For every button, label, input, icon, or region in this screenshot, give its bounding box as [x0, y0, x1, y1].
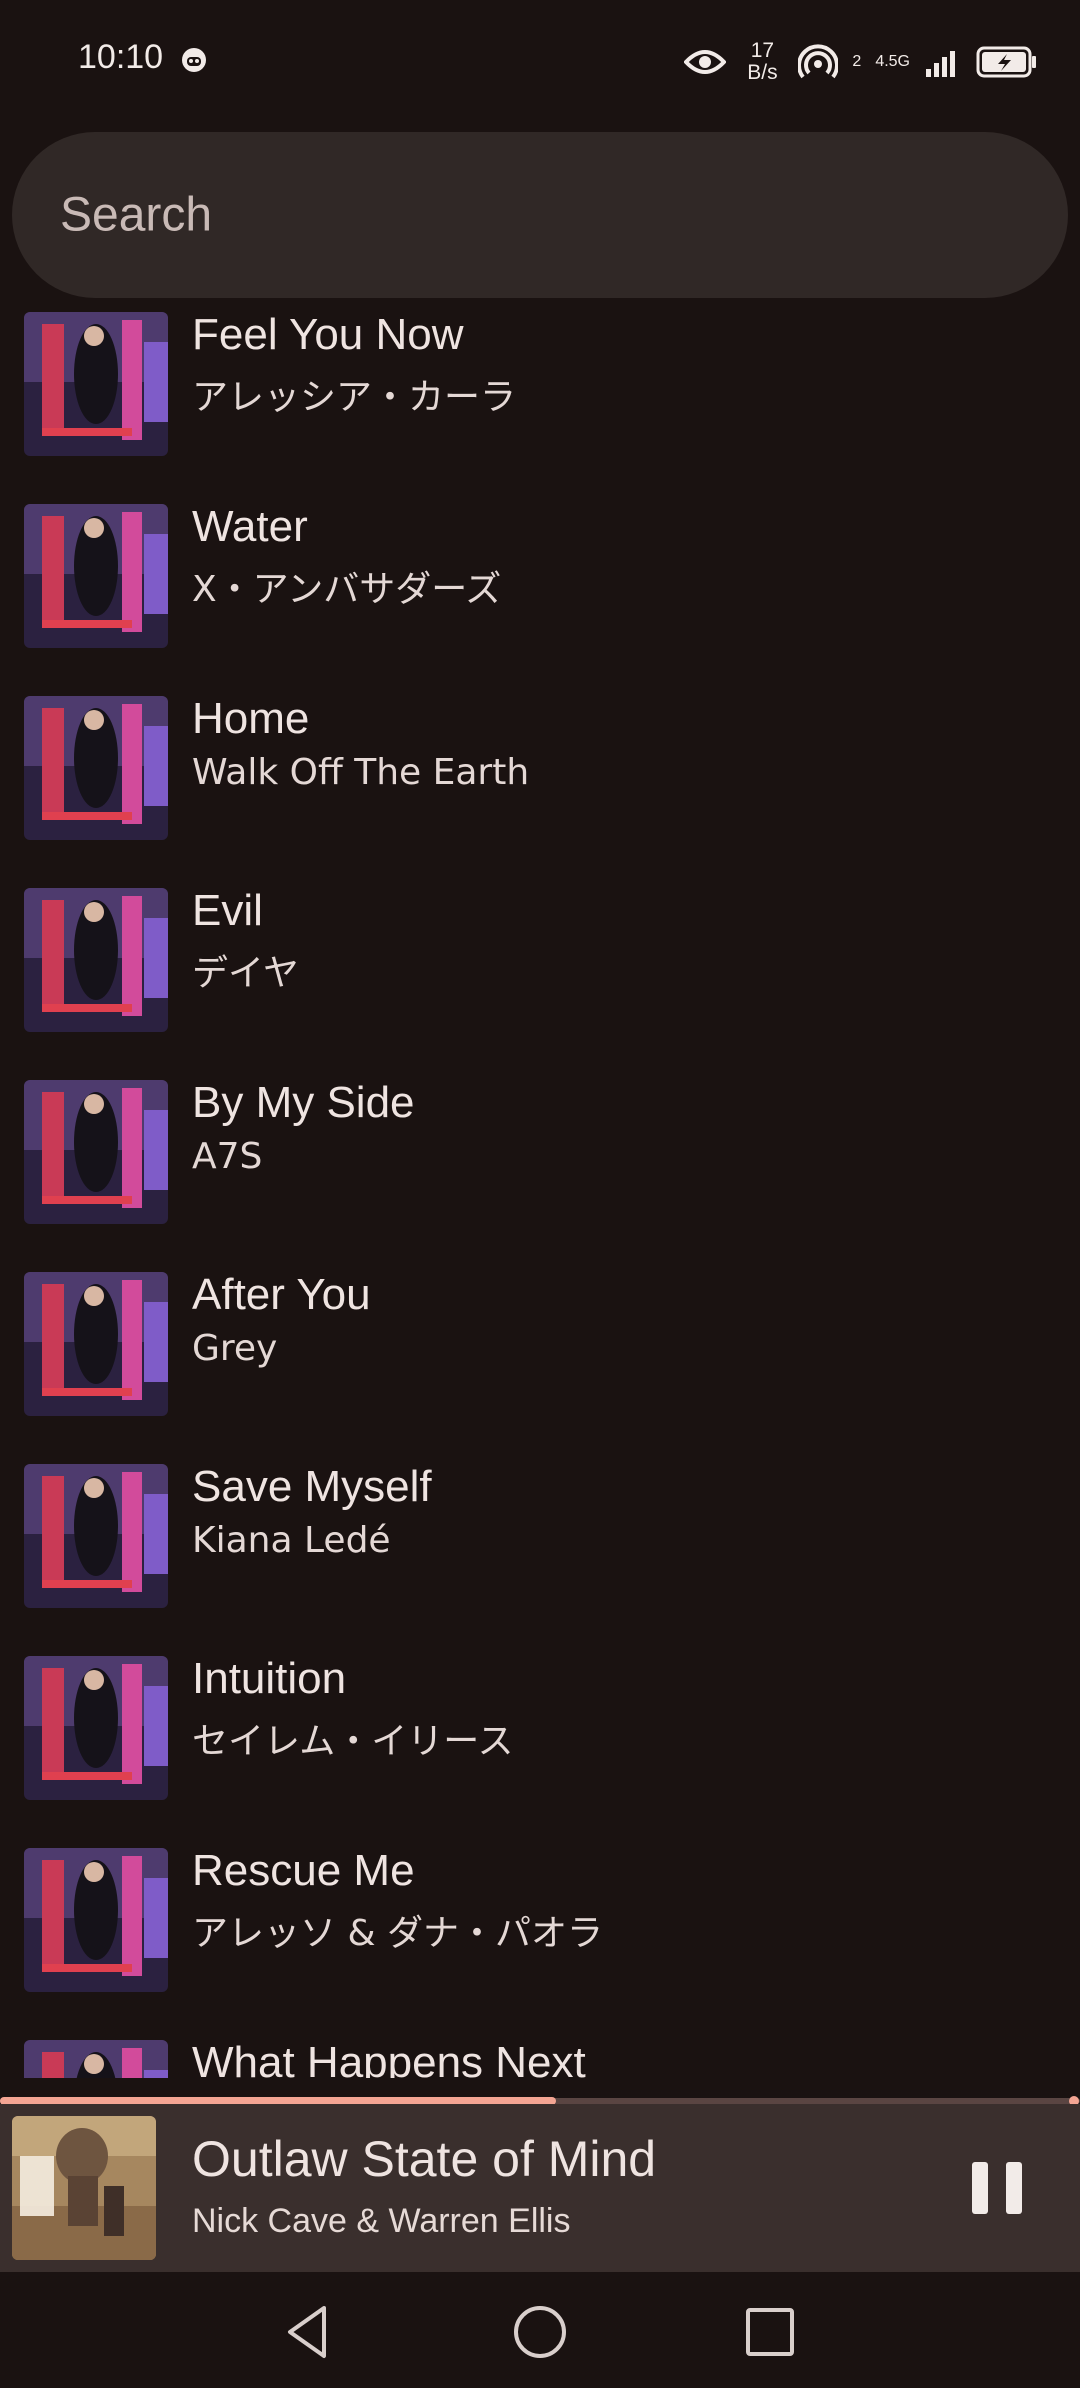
track-title: Evil [192, 886, 263, 935]
track-artist: アレッシア・カーラ [192, 377, 517, 418]
album-art [24, 696, 168, 840]
album-art [24, 1656, 168, 1800]
list-item[interactable]: After You Grey [0, 1262, 1080, 1454]
track-artist: X・アンバサダーズ [192, 569, 502, 610]
track-title: Rescue Me [192, 1846, 415, 1895]
album-art [24, 1080, 168, 1224]
list-item[interactable]: Evil デイヤ [0, 878, 1080, 1070]
recents-icon[interactable] [738, 2300, 802, 2364]
signal-icon [926, 51, 955, 77]
face-icon [182, 48, 206, 72]
playback-progress-bar[interactable] [0, 2092, 1080, 2106]
list-item[interactable]: By My Side A7S [0, 1070, 1080, 1262]
track-title: Water [192, 502, 308, 551]
now-playing-album-art [12, 2116, 156, 2260]
now-playing-title: Outlaw State of Mind [192, 2131, 657, 2187]
back-icon[interactable] [276, 2300, 340, 2364]
search-input[interactable]: Search [60, 188, 212, 243]
track-artist: A7S [192, 1136, 263, 1177]
sim-label: 2 [852, 53, 862, 70]
track-title: Intuition [192, 1654, 347, 1703]
album-art [24, 312, 168, 456]
eye-icon [684, 50, 727, 74]
album-art [24, 1464, 168, 1608]
track-title: Feel You Now [192, 312, 464, 359]
list-item[interactable]: Rescue Me アレッソ & ダナ・パオラ [0, 1838, 1080, 2030]
now-playing-artist: Nick Cave & Warren Ellis [192, 2202, 571, 2240]
list-item[interactable]: Home Walk Off The Earth [0, 686, 1080, 878]
status-bar: 10:10 17 B/s 2 4.5G [0, 0, 1080, 120]
album-art [24, 2040, 168, 2078]
home-icon[interactable] [508, 2300, 572, 2364]
track-artist: デイヤ [192, 953, 299, 994]
battery-charging-icon [976, 46, 1036, 78]
net-speed: 17 B/s [747, 39, 778, 84]
track-title: After You [192, 1270, 371, 1319]
track-title: What Happens Next [192, 2038, 586, 2078]
navigation-bar [0, 2272, 1080, 2388]
mini-player[interactable]: Outlaw State of Mind Nick Cave & Warren … [0, 2104, 1080, 2272]
network-type: 4.5G [875, 53, 910, 70]
list-item[interactable]: Intuition セイレム・イリース [0, 1646, 1080, 1838]
track-artist: Walk Off The Earth [192, 752, 530, 793]
status-time: 10:10 [78, 38, 164, 76]
hotspot-icon [798, 44, 839, 79]
list-item[interactable]: Feel You Now アレッシア・カーラ [0, 312, 1080, 494]
track-artist: アレッソ & ダナ・パオラ [192, 1913, 603, 1954]
list-item[interactable]: Water X・アンバサダーズ [0, 494, 1080, 686]
track-list[interactable]: Feel You Now アレッシア・カーラ Water X・アンバサダーズ H… [0, 312, 1080, 2078]
track-artist: Grey [192, 1328, 278, 1369]
list-item[interactable]: Save Myself Kiana Ledé [0, 1454, 1080, 1646]
search-bar[interactable]: Search [12, 132, 1068, 298]
album-art [24, 504, 168, 648]
album-art [24, 1848, 168, 1992]
track-artist: セイレム・イリース [192, 1721, 514, 1762]
list-item[interactable]: What Happens Next [0, 2030, 1080, 2078]
track-title: By My Side [192, 1078, 415, 1127]
track-artist: Kiana Ledé [192, 1520, 391, 1561]
album-art [24, 888, 168, 1032]
track-title: Save Myself [192, 1462, 432, 1511]
track-title: Home [192, 694, 310, 743]
album-art [24, 1272, 168, 1416]
pause-icon[interactable] [968, 2158, 1028, 2218]
